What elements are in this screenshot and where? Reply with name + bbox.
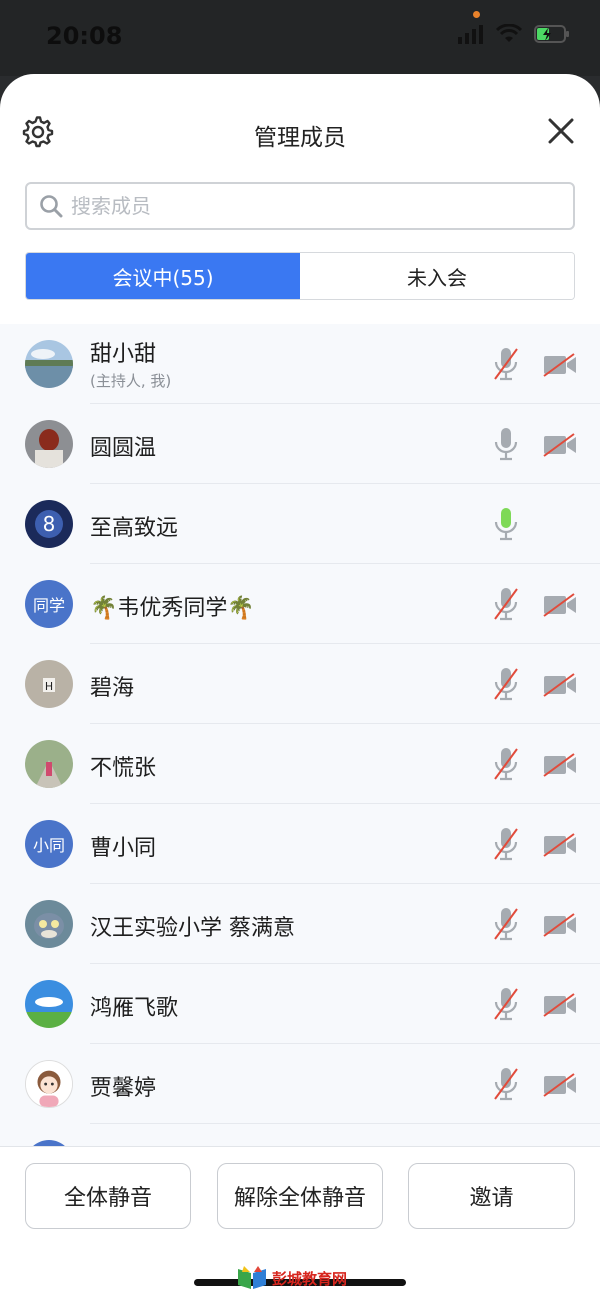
mic-muted-icon[interactable] [492,666,520,702]
close-icon[interactable] [548,118,574,144]
mic-muted-icon[interactable] [492,586,520,622]
member-name: 🌴韦优秀同学🌴 [90,596,255,621]
mic-active-icon[interactable] [492,506,520,542]
member-name: 至高致远 [90,516,179,541]
invite-button[interactable]: 邀请 [408,1163,575,1229]
svg-text:8: 8 [43,512,56,536]
list-item[interactable]: 8 至高致远 [0,484,600,564]
sheet-header: 管理成员 [0,74,600,184]
camera-off-icon[interactable] [542,592,578,618]
avatar [25,420,73,468]
avatar [25,980,73,1028]
member-list[interactable]: 甜小甜 (主持人, 我) 圆圆温 8 至高致远 同学 🌴韦优秀同学🌴 H 碧海 … [0,324,600,1146]
camera-off-icon[interactable] [542,912,578,938]
list-item[interactable]: 不慌张 [0,724,600,804]
bottom-action-bar: 全体静音 解除全体静音 邀请 彭城教育网 [0,1146,600,1298]
camera-off-icon[interactable] [542,352,578,378]
search-box[interactable] [25,182,575,230]
mic-indicator-dot [473,11,480,18]
book-logo-icon [238,1266,266,1289]
member-name: 汉王实验小学 蔡满意 [90,916,295,941]
mic-on-icon[interactable] [492,426,520,462]
page-title: 管理成员 [254,125,346,151]
camera-off-icon[interactable] [542,432,578,458]
avatar: H [25,660,73,708]
battery-icon [534,25,569,43]
tab-not-joined[interactable]: 未入会 [300,253,574,299]
watermark-text: 彭城教育网 [272,1269,348,1288]
member-name: 鸿雁飞歌 [90,996,179,1021]
status-icons [458,24,570,44]
watermark: 彭城教育网 [236,1265,347,1291]
status-bar: 20:08 [0,0,600,76]
avatar: 小同 [25,820,73,868]
mic-muted-icon[interactable] [492,986,520,1022]
list-item[interactable]: 汉王实验小学 蔡满意 [0,884,600,964]
member-name: 不慌张 [90,756,157,781]
mute-all-button[interactable]: 全体静音 [25,1163,191,1229]
search-icon [40,195,63,218]
list-item[interactable]: 鸿雁飞歌 [0,964,600,1044]
member-name: 圆圆温 [90,436,157,461]
list-item[interactable]: 圆圆温 [0,404,600,484]
mic-muted-icon[interactable] [492,746,520,782]
wifi-icon [496,24,522,42]
avatar: 同学 [25,580,73,628]
divider [90,1123,600,1124]
list-item[interactable]: 甜小甜 (主持人, 我) [0,324,600,404]
mic-muted-icon[interactable] [492,1066,520,1102]
member-name: 碧海 [90,676,135,701]
list-item[interactable]: 贾馨婷 [0,1044,600,1124]
camera-off-icon[interactable] [542,1072,578,1098]
camera-off-icon[interactable] [542,672,578,698]
member-name: 贾馨婷 [90,1076,157,1101]
status-time: 20:08 [46,22,123,50]
member-role: (主持人, 我) [90,372,172,390]
member-tabs: 会议中(55) 未入会 [25,252,575,300]
manage-members-sheet: 管理成员 会议中(55) 未入会 甜小甜 (主持人, 我) [0,74,600,1298]
member-name: 曹小同 [90,836,157,861]
mic-muted-icon[interactable] [492,826,520,862]
camera-off-icon[interactable] [542,832,578,858]
camera-off-icon[interactable] [542,752,578,778]
signal-icon [458,25,483,44]
list-item[interactable]: 同学 🌴韦优秀同学🌴 [0,564,600,644]
avatar [25,1060,73,1108]
mic-muted-icon[interactable] [492,346,520,382]
avatar [25,740,73,788]
svg-text:H: H [45,680,53,693]
avatar [25,340,73,388]
avatar [25,900,73,948]
member-name: 甜小甜 [90,342,157,367]
mic-muted-icon[interactable] [492,906,520,942]
unmute-all-button[interactable]: 解除全体静音 [217,1163,383,1229]
avatar: 8 [25,500,73,548]
list-item[interactable]: H 碧海 [0,644,600,724]
tab-in-meeting[interactable]: 会议中(55) [26,253,300,299]
list-item[interactable]: 小同 曹小同 [0,804,600,884]
search-input[interactable] [71,194,531,218]
camera-off-icon[interactable] [542,992,578,1018]
